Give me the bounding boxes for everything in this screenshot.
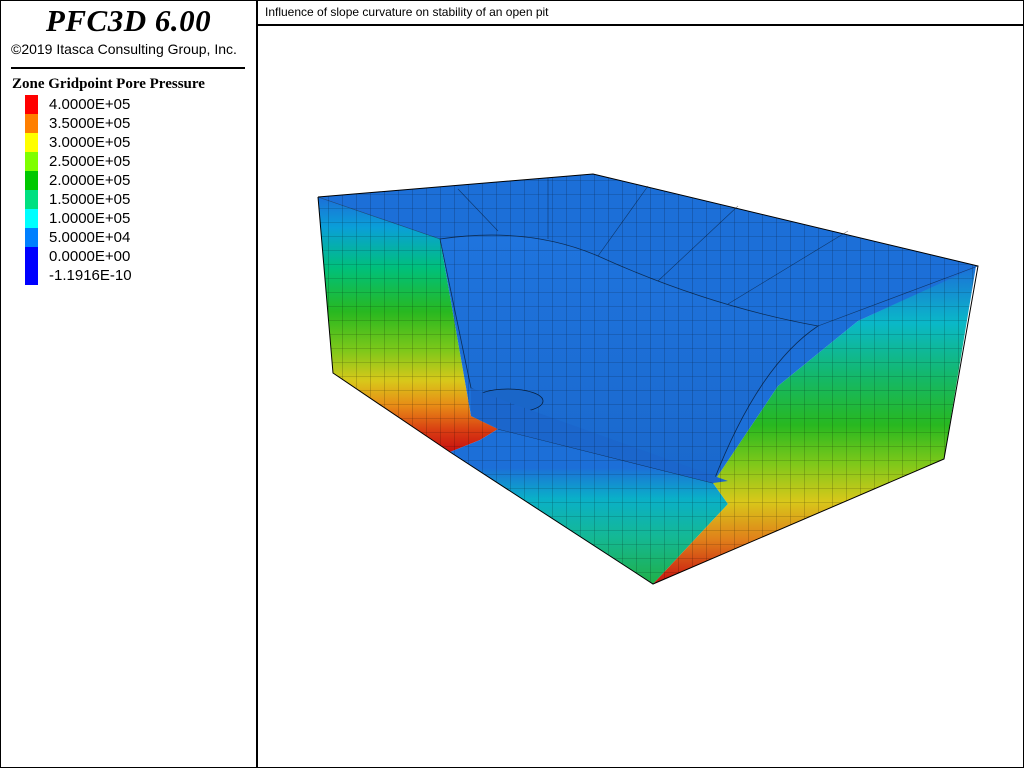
legend-label: 3.0000E+05 — [49, 134, 131, 151]
legend-swatch — [25, 209, 38, 228]
app-title: PFC3D 6.00 — [45, 3, 212, 38]
plot-window: PFC3D 6.00 ©2019 Itasca Consulting Group… — [0, 0, 1024, 768]
divider — [11, 67, 245, 69]
legend-label: 4.0000E+05 — [49, 96, 131, 113]
legend-swatch — [25, 152, 38, 171]
legend-title: Zone Gridpoint Pore Pressure — [12, 76, 205, 92]
legend-swatch — [25, 114, 38, 133]
copyright-text: ©2019 Itasca Consulting Group, Inc. — [11, 41, 237, 57]
legend-swatch — [25, 95, 38, 114]
legend-label: 3.5000E+05 — [49, 115, 131, 132]
plot-title-bar: Influence of slope curvature on stabilit… — [258, 1, 1023, 26]
legend-swatch — [25, 190, 38, 209]
model-viewport[interactable] — [258, 26, 1023, 767]
legend-swatch — [25, 228, 38, 247]
legend-swatch — [25, 266, 38, 285]
legend-panel: PFC3D 6.00 ©2019 Itasca Consulting Group… — [1, 1, 258, 767]
legend-label: 1.0000E+05 — [49, 210, 131, 227]
legend-swatch — [25, 247, 38, 266]
legend-label: 0.0000E+00 — [49, 248, 131, 265]
legend-label: 2.0000E+05 — [49, 172, 131, 189]
legend-label: 2.5000E+05 — [49, 153, 131, 170]
plot-subtitle: Influence of slope curvature on stabilit… — [265, 5, 549, 19]
legend-swatch — [25, 171, 38, 190]
legend-label: -1.1916E-10 — [49, 267, 132, 284]
legend-swatch — [25, 133, 38, 152]
legend-label: 5.0000E+04 — [49, 229, 131, 246]
open-pit-model — [317, 173, 979, 585]
legend-label: 1.5000E+05 — [49, 191, 131, 208]
